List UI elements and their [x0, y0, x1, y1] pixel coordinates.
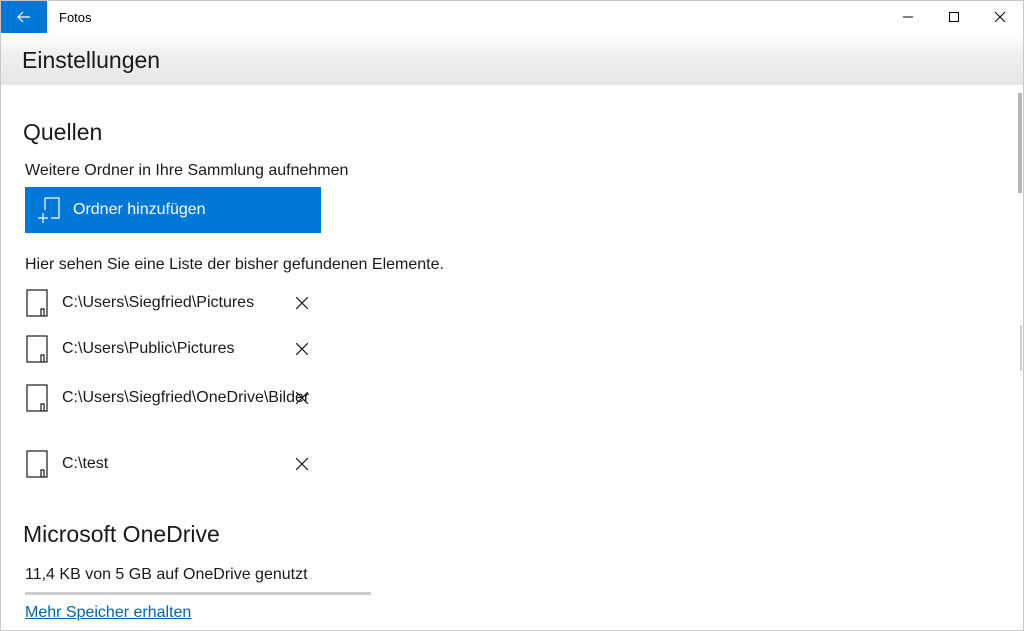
remove-icon — [296, 458, 308, 470]
get-more-storage-link[interactable]: Mehr Speicher erhalten — [25, 604, 191, 622]
close-window-button[interactable] — [977, 1, 1023, 33]
app-window: Fotos Einstellungen Quellen Weitere Ordn… — [0, 0, 1024, 631]
folder-icon — [26, 335, 48, 363]
folder-list-item: C:\Users\Siegfried\Pictures — [25, 289, 325, 317]
page-title: Einstellungen — [22, 47, 161, 73]
remove-folder-button[interactable] — [292, 293, 312, 313]
add-folder-button[interactable]: Ordner hinzufügen — [25, 187, 321, 233]
folder-icon — [26, 450, 48, 478]
app-title: Fotos — [59, 9, 92, 25]
minimize-icon — [903, 16, 913, 18]
folder-path: C:\Users\Siegfried\Pictures — [62, 294, 255, 311]
add-folder-icon — [35, 195, 65, 225]
title-bar: Fotos — [1, 1, 1023, 33]
folder-list-item: C:\test — [25, 450, 325, 478]
folder-path: C:\Users\Siegfried\OneDrive\Bilder — [62, 389, 310, 406]
minimize-button[interactable] — [885, 1, 931, 33]
folder-list-item: C:\Users\Siegfried\OneDrive\Bilder — [25, 384, 325, 412]
folder-icon — [26, 289, 48, 317]
folder-list-item: C:\Users\Public\Pictures — [25, 335, 325, 363]
maximize-button[interactable] — [931, 1, 977, 33]
maximize-icon — [949, 12, 959, 22]
onedrive-usage-text: 11,4 KB von 5 GB auf OneDrive genutzt — [25, 566, 308, 583]
onedrive-section-title: Microsoft OneDrive — [23, 521, 220, 547]
page-header: Einstellungen — [1, 33, 1023, 85]
remove-folder-button[interactable] — [292, 388, 312, 408]
back-button[interactable] — [1, 1, 47, 33]
folder-path: C:\test — [62, 455, 109, 472]
remove-icon — [296, 297, 308, 309]
scrollbar-thumb[interactable] — [1018, 93, 1022, 193]
folder-icon — [26, 384, 48, 412]
sources-section-title: Quellen — [23, 119, 103, 145]
scrollbar[interactable] — [1015, 85, 1023, 630]
settings-content: Quellen Weitere Ordner in Ihre Sammlung … — [1, 85, 1017, 630]
caption-buttons — [885, 1, 1023, 33]
folder-list-description: Hier sehen Sie eine Liste der bisher gef… — [25, 256, 444, 273]
remove-folder-button[interactable] — [292, 454, 312, 474]
add-folder-description: Weitere Ordner in Ihre Sammlung aufnehme… — [25, 162, 349, 179]
close-icon — [995, 12, 1005, 22]
remove-icon — [296, 392, 308, 404]
arrow-left-icon — [17, 11, 30, 23]
add-folder-label: Ordner hinzufügen — [73, 201, 206, 218]
remove-folder-button[interactable] — [292, 339, 312, 359]
folder-path: C:\Users\Public\Pictures — [62, 340, 235, 357]
scrollbar-indicator — [1020, 325, 1022, 371]
onedrive-usage-bar — [25, 592, 371, 595]
remove-icon — [296, 343, 308, 355]
